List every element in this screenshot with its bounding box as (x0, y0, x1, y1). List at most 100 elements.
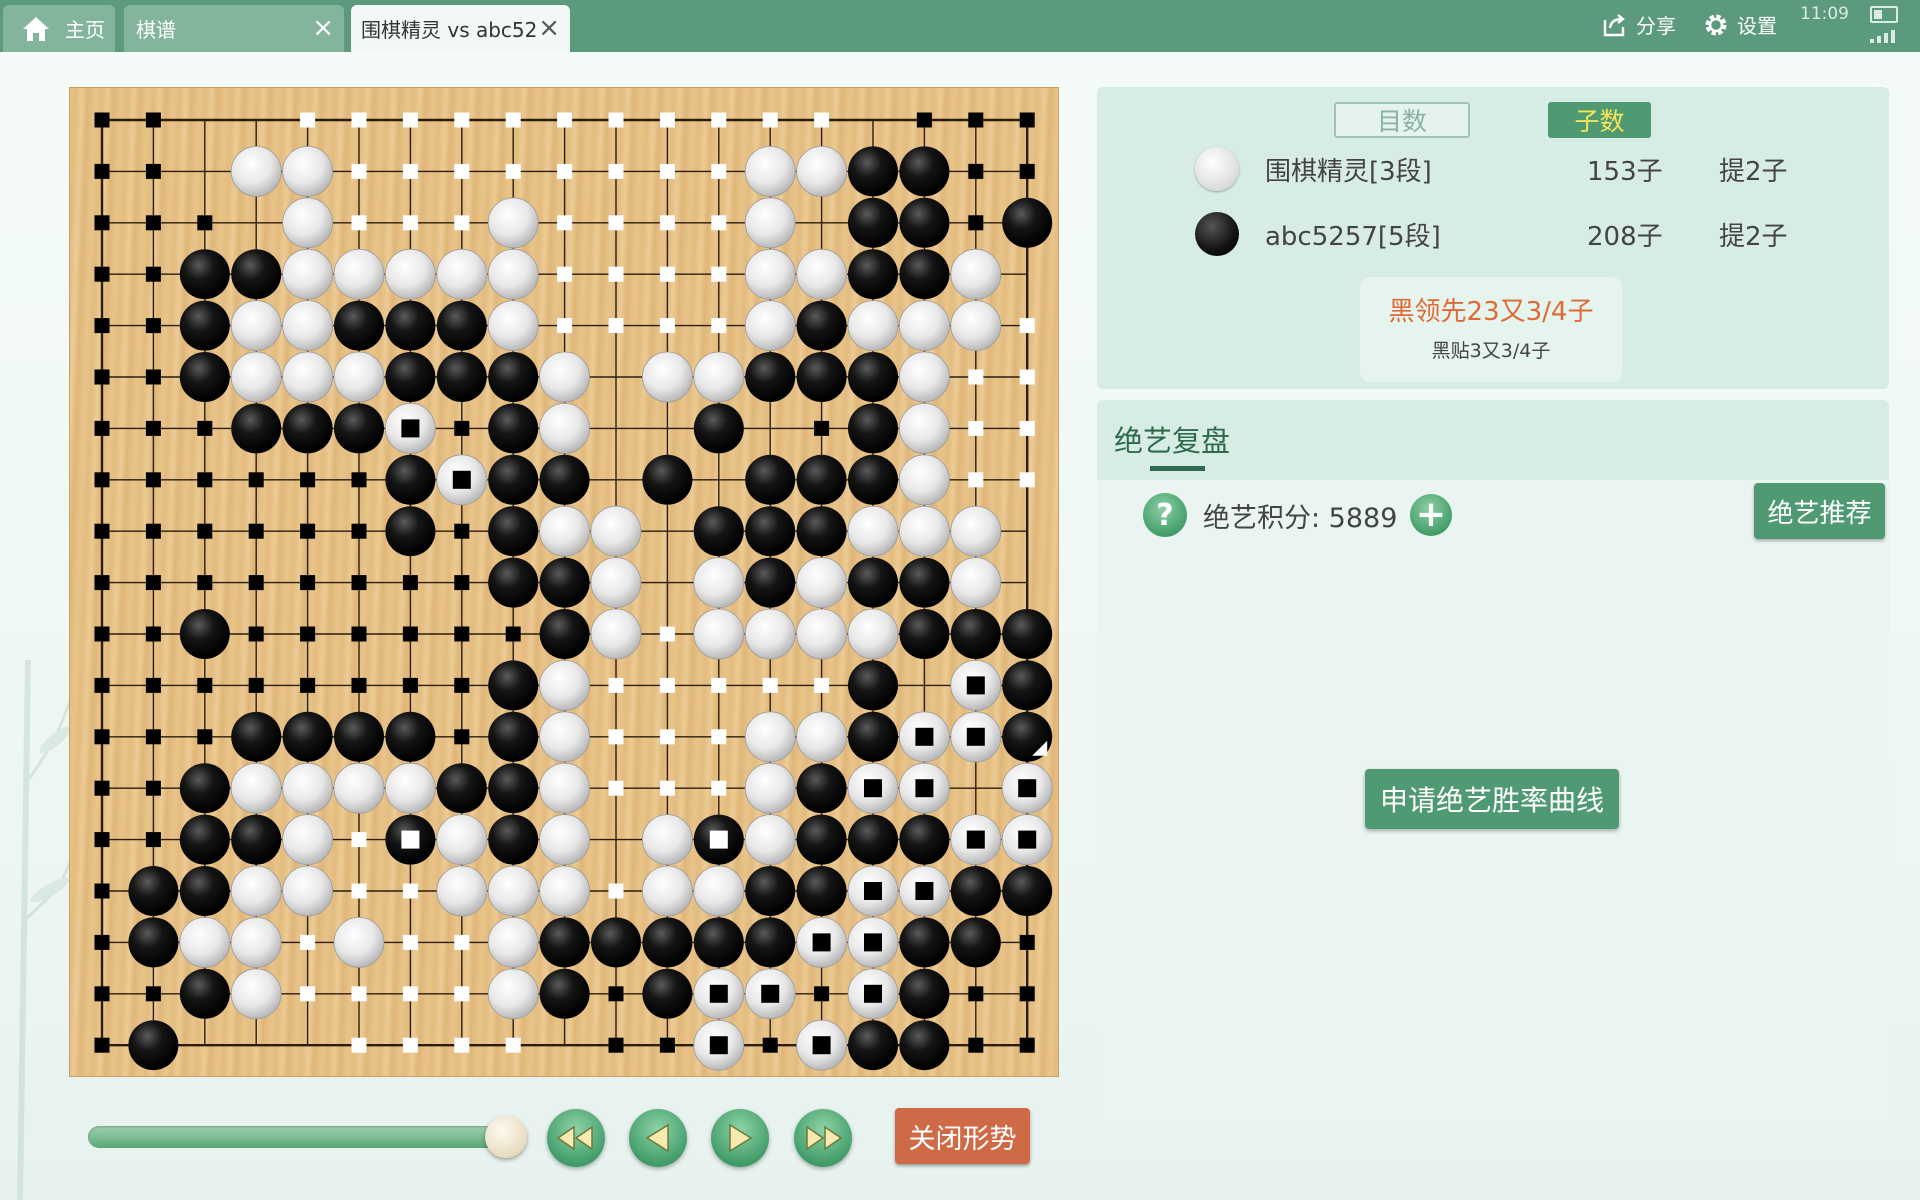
black-territory-marker (351, 575, 367, 591)
black-territory-marker (94, 523, 110, 539)
request-winrate-curve-button[interactable]: 申请绝艺胜率曲线 (1365, 769, 1619, 829)
ai-review-title[interactable]: 绝艺复盘 (1114, 418, 1230, 460)
share-label: 分享 (1636, 14, 1676, 38)
first-move-button[interactable] (547, 1109, 605, 1167)
white-stone (950, 248, 1002, 300)
black-territory-marker (145, 575, 161, 591)
white-territory-marker (300, 986, 316, 1002)
black-territory-marker (197, 575, 213, 591)
black-territory-marker (505, 626, 521, 642)
ai-recommend-button[interactable]: 绝艺推荐 (1754, 483, 1885, 539)
black-territory-marker (248, 472, 264, 488)
black-stone (848, 660, 898, 711)
white-territory-marker (402, 163, 418, 179)
close-icon[interactable]: × (312, 15, 334, 41)
white-stone (590, 608, 642, 660)
black-stone (488, 711, 539, 762)
black-territory-marker (145, 369, 161, 385)
black-stone (436, 763, 487, 814)
white-stone (282, 865, 334, 917)
black-stone (899, 249, 950, 300)
black-territory-marker (94, 729, 110, 745)
gear-icon (1705, 14, 1727, 35)
black-stone (950, 917, 1001, 968)
white-territory-marker (557, 112, 573, 128)
stones-toggle[interactable]: 子数 (1548, 102, 1651, 138)
black-territory-marker (454, 523, 470, 539)
black-territory-marker (145, 163, 161, 179)
black-territory-marker (454, 677, 470, 693)
go-board[interactable] (69, 87, 1059, 1077)
settings-button[interactable]: 设置 (1703, 10, 1777, 39)
black-territory-marker (197, 729, 213, 745)
prev-icon (645, 1123, 669, 1153)
tab-home[interactable]: 主页 (3, 5, 115, 52)
black-stone (179, 763, 230, 814)
black-territory-marker (814, 420, 830, 436)
komi-text: 黑贴3又3/4子 (1431, 340, 1551, 362)
white-stone (950, 300, 1002, 352)
black-stone (848, 454, 898, 505)
white-stone (539, 762, 591, 814)
white-territory-marker (711, 163, 727, 179)
white-stone (539, 814, 591, 865)
white-territory-marker (659, 112, 675, 128)
ai-points: 绝艺积分: 5889 (1203, 503, 1398, 534)
white-stone (230, 146, 282, 197)
white-stone (384, 248, 436, 300)
black-stone (591, 917, 641, 968)
white-stone (796, 146, 847, 197)
move-slider[interactable] (88, 1126, 510, 1148)
white-stone (230, 300, 282, 352)
black-stone (179, 968, 230, 1019)
tab-game[interactable]: 围棋精灵 vs abc52 × (351, 5, 570, 52)
add-points-icon[interactable]: + (1410, 494, 1452, 536)
black-territory-marker (197, 472, 213, 488)
top-bar: 主页 棋谱 × 围棋精灵 vs abc52 × 分享 设置 11:09 (0, 0, 1920, 52)
black-territory-marker (402, 677, 418, 693)
help-icon[interactable]: ? (1143, 493, 1187, 537)
black-territory-marker (454, 420, 470, 436)
territory-toggle[interactable]: 目数 (1334, 102, 1470, 138)
black-territory-marker (402, 575, 418, 591)
close-icon[interactable]: × (538, 15, 560, 41)
close-situation-button[interactable]: 关闭形势 (895, 1108, 1030, 1164)
black-stone (231, 711, 282, 762)
dead-stone-marker (1018, 830, 1037, 849)
white-stone (693, 865, 745, 917)
black-stone (385, 506, 436, 557)
white-stone (384, 762, 436, 814)
white-territory-marker (351, 163, 367, 179)
board-grid[interactable] (69, 87, 1059, 1077)
white-territory-marker (968, 369, 984, 385)
white-territory-marker (402, 215, 418, 231)
black-stone (179, 352, 230, 402)
black-stone (539, 454, 590, 505)
bamboo-decoration (17, 660, 70, 1200)
black-stone (745, 866, 796, 916)
tab-kifu[interactable]: 棋谱 × (124, 5, 344, 52)
black-stone (899, 814, 950, 865)
white-territory-marker (762, 677, 778, 693)
slider-handle[interactable] (485, 1116, 527, 1158)
black-territory-marker (968, 986, 984, 1002)
black-territory-marker (248, 575, 264, 591)
white-territory-marker (659, 626, 675, 642)
white-territory-marker (762, 112, 778, 128)
white-stone (899, 505, 950, 557)
dead-stone-marker (401, 419, 420, 438)
black-stone (128, 866, 179, 916)
next-move-button[interactable] (711, 1109, 769, 1167)
last-move-button[interactable] (794, 1109, 852, 1167)
white-stone (333, 762, 385, 814)
white-territory-marker (300, 112, 316, 128)
black-territory-marker (300, 626, 316, 642)
dead-stone-marker (966, 727, 985, 746)
white-territory-marker (711, 780, 727, 796)
prev-move-button[interactable] (629, 1109, 687, 1167)
black-territory-marker (145, 420, 161, 436)
black-stone (848, 814, 898, 865)
white-territory-marker (351, 832, 367, 848)
share-button[interactable]: 分享 (1602, 10, 1676, 39)
white-stone (642, 865, 693, 917)
